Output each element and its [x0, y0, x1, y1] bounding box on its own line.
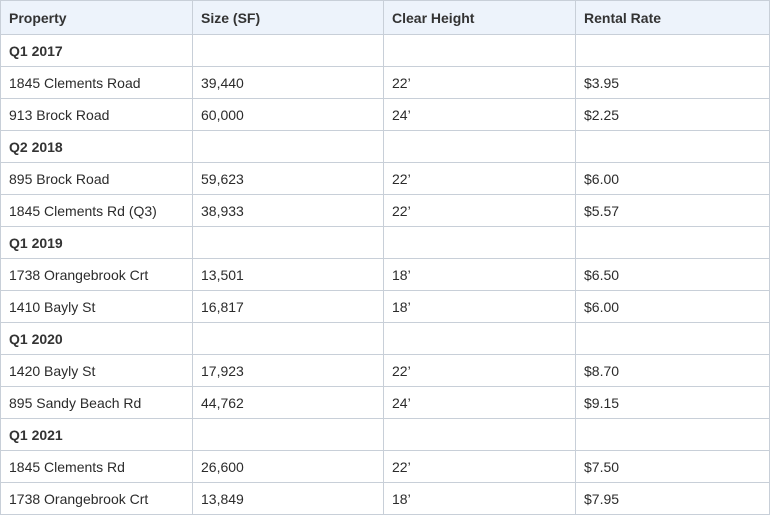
clear-height-cell: 18’ — [383, 290, 576, 323]
table-row: 1845 Clements Road 39,440 22’ $3.95 — [0, 66, 770, 99]
rental-rate-cell: $2.25 — [575, 98, 770, 131]
period-row: Q1 2019 — [0, 226, 770, 259]
empty-cell — [192, 226, 384, 259]
table-row: 1410 Bayly St 16,817 18’ $6.00 — [0, 290, 770, 323]
clear-height-cell: 18’ — [383, 482, 576, 515]
size-cell: 44,762 — [192, 386, 384, 419]
empty-cell — [192, 418, 384, 451]
rental-rate-cell: $6.00 — [575, 290, 770, 323]
table-row: 1420 Bayly St 17,923 22’ $8.70 — [0, 354, 770, 387]
clear-height-cell: 22’ — [383, 162, 576, 195]
table-row: 895 Brock Road 59,623 22’ $6.00 — [0, 162, 770, 195]
empty-cell — [383, 322, 576, 355]
table-row: 913 Brock Road 60,000 24’ $2.25 — [0, 98, 770, 131]
property-cell: 1845 Clements Rd — [0, 450, 193, 483]
table-row: 1738 Orangebrook Crt 13,849 18’ $7.95 — [0, 482, 770, 515]
rental-rate-cell: $3.95 — [575, 66, 770, 99]
header-size: Size (SF) — [192, 0, 384, 35]
empty-cell — [383, 34, 576, 67]
rental-rate-cell: $7.95 — [575, 482, 770, 515]
table-row: 1738 Orangebrook Crt 13,501 18’ $6.50 — [0, 258, 770, 291]
rental-rate-cell: $9.15 — [575, 386, 770, 419]
empty-cell — [383, 418, 576, 451]
period-row: Q1 2017 — [0, 34, 770, 67]
property-cell: 895 Brock Road — [0, 162, 193, 195]
rental-rate-cell: $7.50 — [575, 450, 770, 483]
rental-rate-cell: $6.50 — [575, 258, 770, 291]
lease-comparables-table: Property Size (SF) Clear Height Rental R… — [0, 0, 770, 515]
property-cell: 1845 Clements Rd (Q3) — [0, 194, 193, 227]
empty-cell — [192, 322, 384, 355]
size-cell: 17,923 — [192, 354, 384, 387]
period-row: Q1 2020 — [0, 322, 770, 355]
clear-height-cell: 22’ — [383, 194, 576, 227]
clear-height-cell: 22’ — [383, 66, 576, 99]
property-cell: 1845 Clements Road — [0, 66, 193, 99]
empty-cell — [575, 226, 770, 259]
period-label: Q2 2018 — [0, 130, 193, 163]
header-clear-height: Clear Height — [383, 0, 576, 35]
size-cell: 26,600 — [192, 450, 384, 483]
property-cell: 1420 Bayly St — [0, 354, 193, 387]
size-cell: 59,623 — [192, 162, 384, 195]
header-row: Property Size (SF) Clear Height Rental R… — [0, 0, 770, 35]
clear-height-cell: 22’ — [383, 354, 576, 387]
clear-height-cell: 24’ — [383, 386, 576, 419]
rental-rate-cell: $6.00 — [575, 162, 770, 195]
property-cell: 895 Sandy Beach Rd — [0, 386, 193, 419]
empty-cell — [383, 130, 576, 163]
empty-cell — [575, 322, 770, 355]
clear-height-cell: 24’ — [383, 98, 576, 131]
empty-cell — [575, 130, 770, 163]
rental-rate-cell: $5.57 — [575, 194, 770, 227]
period-label: Q1 2017 — [0, 34, 193, 67]
empty-cell — [192, 34, 384, 67]
period-row: Q1 2021 — [0, 418, 770, 451]
table-header: Property Size (SF) Clear Height Rental R… — [0, 0, 770, 35]
empty-cell — [575, 418, 770, 451]
size-cell: 13,849 — [192, 482, 384, 515]
period-label: Q1 2019 — [0, 226, 193, 259]
table-row: 1845 Clements Rd (Q3) 38,933 22’ $5.57 — [0, 194, 770, 227]
property-cell: 913 Brock Road — [0, 98, 193, 131]
size-cell: 16,817 — [192, 290, 384, 323]
header-property: Property — [0, 0, 193, 35]
table-row: 1845 Clements Rd 26,600 22’ $7.50 — [0, 450, 770, 483]
table-body: Q1 2017 1845 Clements Road 39,440 22’ $3.95 9… — [0, 34, 770, 515]
size-cell: 38,933 — [192, 194, 384, 227]
clear-height-cell: 18’ — [383, 258, 576, 291]
size-cell: 39,440 — [192, 66, 384, 99]
period-label: Q1 2021 — [0, 418, 193, 451]
size-cell: 13,501 — [192, 258, 384, 291]
property-cell: 1410 Bayly St — [0, 290, 193, 323]
rental-rate-cell: $8.70 — [575, 354, 770, 387]
period-row: Q2 2018 — [0, 130, 770, 163]
property-cell: 1738 Orangebrook Crt — [0, 482, 193, 515]
table-row: 895 Sandy Beach Rd 44,762 24’ $9.15 — [0, 386, 770, 419]
header-rental-rate: Rental Rate — [575, 0, 770, 35]
period-label: Q1 2020 — [0, 322, 193, 355]
clear-height-cell: 22’ — [383, 450, 576, 483]
empty-cell — [575, 34, 770, 67]
property-cell: 1738 Orangebrook Crt — [0, 258, 193, 291]
empty-cell — [383, 226, 576, 259]
empty-cell — [192, 130, 384, 163]
size-cell: 60,000 — [192, 98, 384, 131]
